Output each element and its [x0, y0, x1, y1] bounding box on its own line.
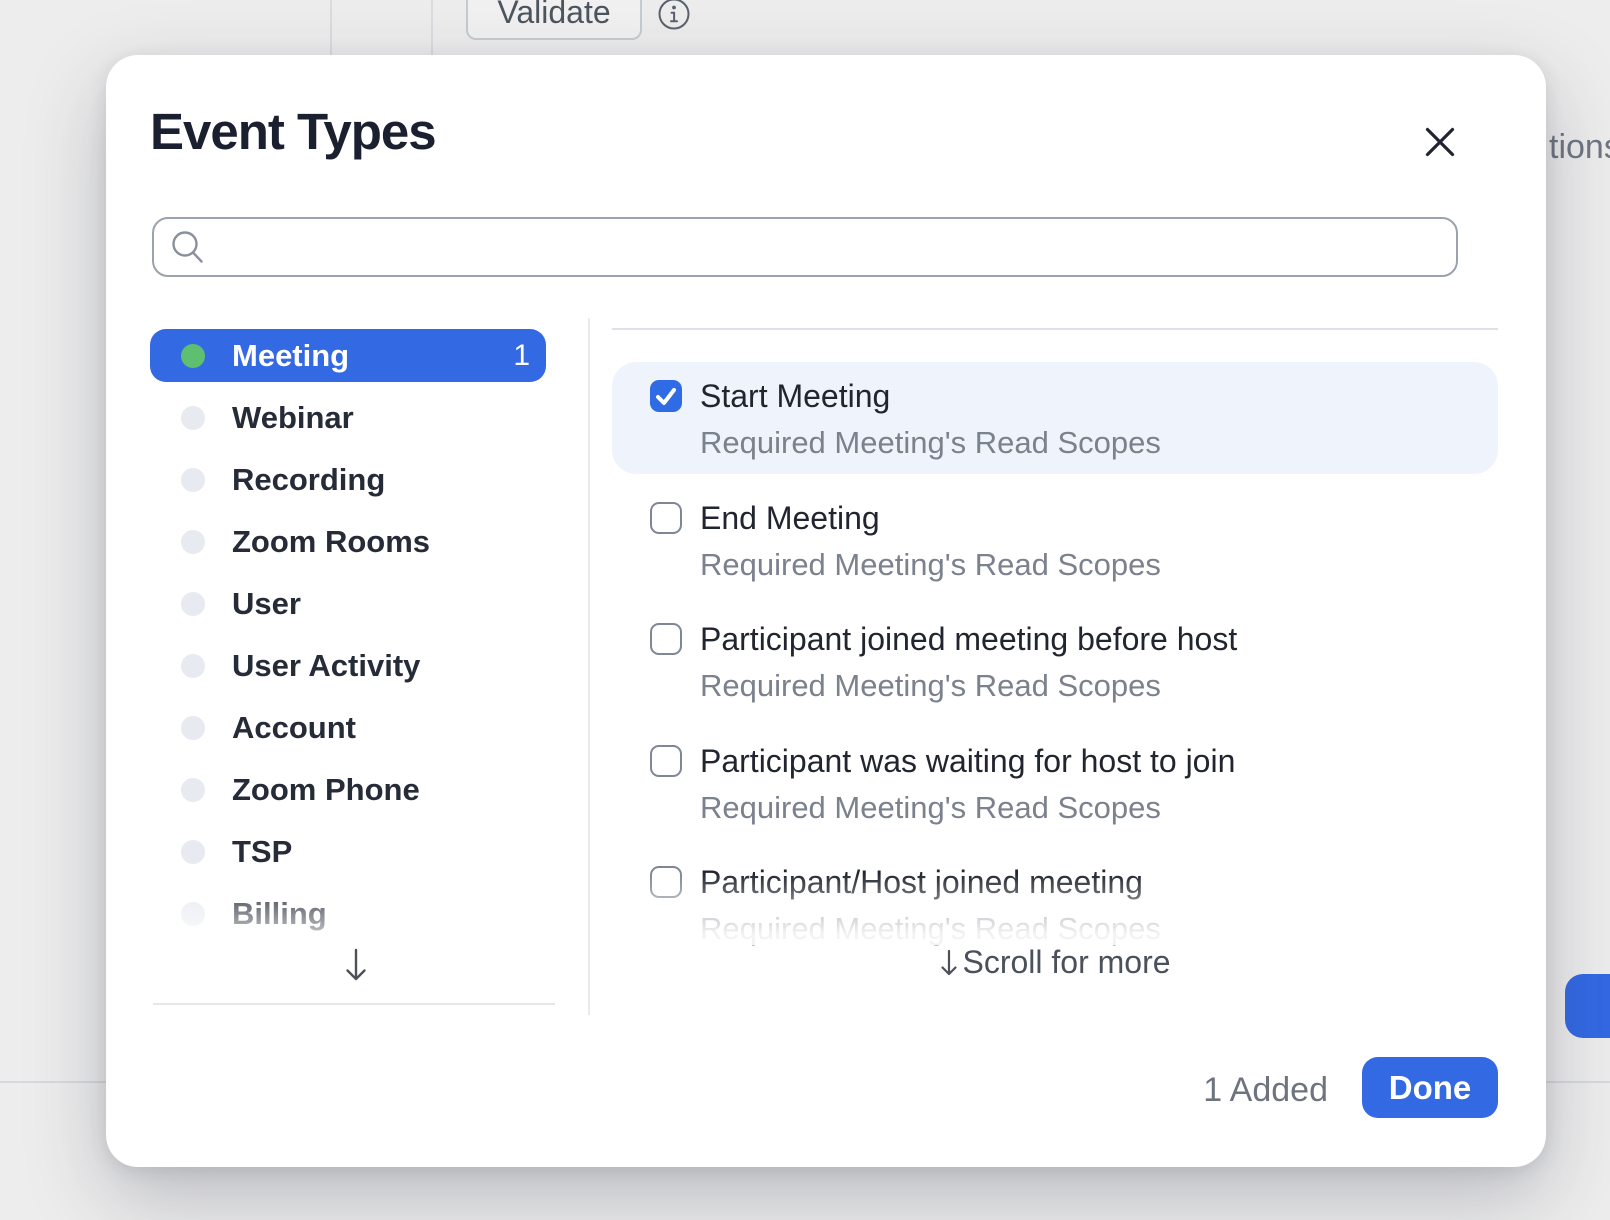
scroll-down-arrow-icon	[939, 947, 959, 979]
event-row-end-meeting[interactable]: End Meeting Required Meeting's Read Scope…	[650, 502, 1470, 580]
category-dot-icon	[181, 530, 205, 554]
category-dot-icon	[181, 654, 205, 678]
event-title: Participant joined meeting before host	[700, 623, 1237, 656]
sidebar-item-label: Zoom Rooms	[232, 524, 430, 560]
info-icon[interactable]	[656, 0, 692, 38]
event-row-participant-joined-meeting-before-host[interactable]: Participant joined meeting before host Re…	[650, 623, 1470, 701]
category-dot-icon	[181, 344, 205, 368]
event-category-sidebar: Meeting 1 Webinar Recording Zoom Rooms User Us…	[150, 318, 546, 1018]
screen: Validate tions Event Types Me	[0, 0, 1610, 1220]
sidebar-item-user-activity[interactable]: User Activity	[150, 639, 546, 692]
checkbox-unchecked[interactable]	[650, 623, 682, 655]
category-dot-icon	[181, 592, 205, 616]
sidebar-item-label: Zoom Phone	[232, 772, 420, 808]
category-dot-icon	[181, 468, 205, 492]
close-button[interactable]	[1412, 115, 1468, 171]
partial-blue-button[interactable]	[1565, 974, 1610, 1038]
event-required-scopes: Required Meeting's Read Scopes	[700, 549, 1161, 580]
clipped-background-text: tions	[1549, 128, 1610, 167]
sidebar-bottom-divider	[153, 1003, 555, 1005]
sidebar-item-count: 1	[513, 339, 530, 373]
modal-title: Event Types	[150, 106, 436, 158]
done-button[interactable]: Done	[1362, 1057, 1498, 1118]
checkbox-unchecked[interactable]	[650, 866, 682, 898]
event-title: Start Meeting	[700, 380, 1161, 413]
category-dot-icon	[181, 840, 205, 864]
category-dot-icon	[181, 406, 205, 430]
event-texts: Start Meeting Required Meeting's Read Sco…	[700, 380, 1161, 458]
validate-button-label: Validate	[497, 0, 610, 31]
checkbox-unchecked[interactable]	[650, 745, 682, 777]
scroll-down-arrow-icon	[343, 948, 369, 989]
event-required-scopes: Required Meeting's Read Scopes	[700, 670, 1237, 701]
sidebar-item-webinar[interactable]: Webinar	[150, 391, 546, 444]
sidebar-item-account[interactable]: Account	[150, 701, 546, 754]
checkbox-checked[interactable]	[650, 380, 682, 412]
event-title: Participant/Host joined meeting	[700, 866, 1161, 899]
sidebar-item-label: Billing	[232, 896, 327, 932]
sidebar-item-zoom-rooms[interactable]: Zoom Rooms	[150, 515, 546, 568]
event-texts: Participant joined meeting before host Re…	[700, 623, 1237, 701]
event-required-scopes: Required Meeting's Read Scopes	[700, 792, 1235, 823]
sidebar-item-billing[interactable]: Billing	[150, 887, 546, 940]
event-required-scopes: Required Meeting's Read Scopes	[700, 427, 1161, 458]
sidebar-item-label: Recording	[232, 462, 385, 498]
category-dot-icon	[181, 716, 205, 740]
sidebar-item-label: User Activity	[232, 648, 420, 684]
check-icon	[650, 380, 682, 412]
event-row-start-meeting[interactable]: Start Meeting Required Meeting's Read Sco…	[650, 380, 1470, 458]
close-icon	[1425, 127, 1455, 160]
event-types-modal: Event Types Meeting 1 Webinar Recording Zoom…	[106, 55, 1546, 1167]
done-button-label: Done	[1389, 1069, 1472, 1107]
scroll-for-more-hint: Scroll for more	[612, 944, 1498, 981]
sidebar-item-label: Meeting	[232, 338, 349, 374]
search-icon	[170, 230, 206, 266]
search-input[interactable]	[216, 222, 1446, 274]
sidebar-item-label: TSP	[232, 834, 292, 870]
category-dot-icon	[181, 778, 205, 802]
event-texts: Participant was waiting for host to join…	[700, 745, 1235, 823]
event-required-scopes: Required Meeting's Read Scopes	[700, 913, 1161, 944]
scroll-for-more-label: Scroll for more	[962, 944, 1170, 981]
sidebar-item-user[interactable]: User	[150, 577, 546, 630]
sidebar-item-recording[interactable]: Recording	[150, 453, 546, 506]
sidebar-item-zoom-phone[interactable]: Zoom Phone	[150, 763, 546, 816]
page-column-divider	[431, 0, 433, 56]
event-row-participant-host-joined-meeting[interactable]: Participant/Host joined meeting Required …	[650, 866, 1470, 944]
event-texts: Participant/Host joined meeting Required …	[700, 866, 1161, 944]
page-column-divider	[330, 0, 332, 56]
sidebar-item-label: Webinar	[232, 400, 354, 436]
event-title: End Meeting	[700, 502, 1161, 535]
added-count-label: 1 Added	[1203, 1071, 1328, 1110]
panel-top-divider	[612, 328, 1498, 330]
category-dot-icon	[181, 902, 205, 926]
sidebar-item-label: User	[232, 586, 301, 622]
event-row-participant-was-waiting-for-host-to-join[interactable]: Participant was waiting for host to join…	[650, 745, 1470, 823]
vertical-divider	[588, 318, 590, 1015]
event-texts: End Meeting Required Meeting's Read Scope…	[700, 502, 1161, 580]
search-box	[152, 217, 1458, 277]
validate-button[interactable]: Validate	[466, 0, 642, 40]
sidebar-item-label: Account	[232, 710, 356, 746]
checkbox-unchecked[interactable]	[650, 502, 682, 534]
sidebar-item-meeting[interactable]: Meeting 1	[150, 329, 546, 382]
event-title: Participant was waiting for host to join	[700, 745, 1235, 778]
event-list-panel: Start Meeting Required Meeting's Read Sco…	[612, 328, 1498, 1028]
sidebar-item-tsp[interactable]: TSP	[150, 825, 546, 878]
